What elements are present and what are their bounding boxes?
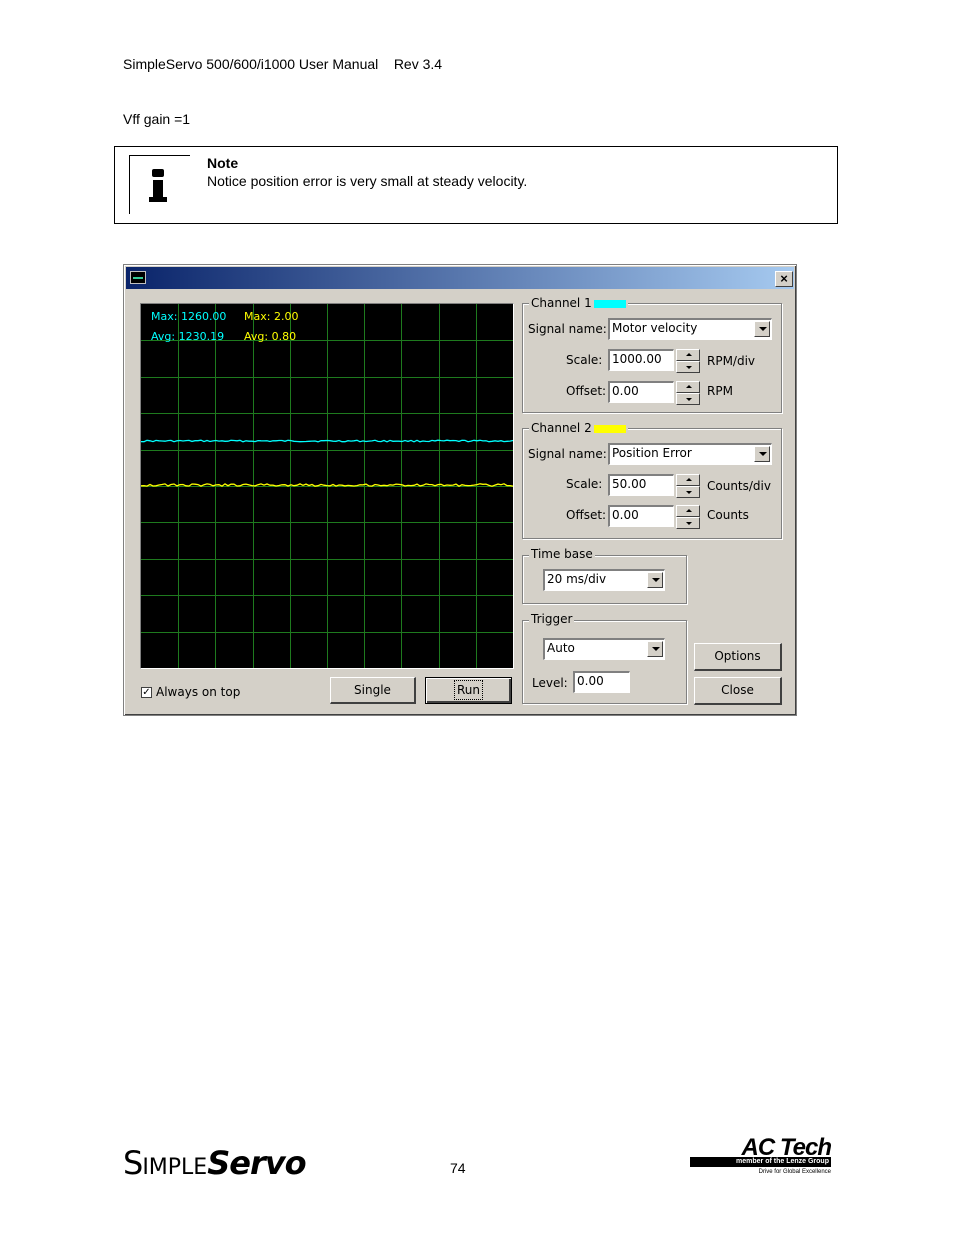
ch1-offset-label: Offset: (566, 384, 607, 398)
scope-plot (141, 304, 513, 668)
ch1-avg: Avg: 1230.19 (151, 330, 225, 343)
spin-up-icon[interactable] (676, 381, 700, 393)
time-base-label: Time base (529, 547, 595, 561)
channel2-color-swatch (593, 424, 626, 433)
trigger-mode-select[interactable]: Auto (543, 638, 665, 660)
channel2-label: Channel 2 (531, 421, 592, 435)
note-text: Notice position error is very small at s… (207, 173, 528, 189)
ch1-offset-input[interactable]: 0.00 (608, 381, 674, 403)
ch1-scale-unit: RPM/div (707, 354, 756, 368)
ch2-scale-unit: Counts/div (707, 479, 771, 493)
trigger-label: Trigger (529, 612, 575, 626)
ch1-signal-value: Motor velocity (612, 321, 698, 335)
spin-up-icon[interactable] (676, 349, 700, 361)
channel1-legend: Channel 1 (529, 296, 628, 310)
ch2-offset-unit: Counts (707, 508, 749, 522)
chevron-down-icon[interactable] (647, 572, 663, 588)
ch2-scale-spinner[interactable] (676, 474, 700, 498)
channel1-label: Channel 1 (531, 296, 592, 310)
ch2-offset-label: Offset: (566, 508, 607, 522)
ch2-signal-select[interactable]: Position Error (608, 443, 772, 465)
oscilloscope-window: × Max: 1260.00 Avg: 1230.19 Max: 2.00 Av… (123, 264, 797, 716)
info-icon (129, 155, 190, 214)
note-box: Note Notice position error is very small… (114, 146, 838, 224)
note-title: Note (207, 155, 239, 171)
ch1-scale-spinner[interactable] (676, 349, 700, 373)
actech-member: member of the Lenze Group (690, 1157, 831, 1167)
ch1-scale-input[interactable]: 1000.00 (608, 349, 674, 371)
scope-display: Max: 1260.00 Avg: 1230.19 Max: 2.00 Avg:… (140, 303, 514, 669)
ch2-offset-spinner[interactable] (676, 505, 700, 529)
chevron-down-icon[interactable] (754, 321, 770, 337)
ch1-offset-unit: RPM (707, 384, 733, 398)
page-number: 74 (450, 1160, 466, 1176)
trigger-level-input[interactable]: 0.00 (573, 671, 630, 693)
time-base-select[interactable]: 20 ms/div (543, 569, 665, 591)
trigger-level-label: Level: (532, 676, 568, 690)
spin-down-icon[interactable] (676, 393, 700, 405)
window-close-button[interactable]: × (775, 271, 793, 287)
channel2-legend: Channel 2 (529, 421, 628, 435)
simpleservo-logo: SIMPLEServo (123, 1144, 307, 1182)
spin-down-icon[interactable] (676, 517, 700, 529)
ch2-max: Max: 2.00 (244, 310, 299, 323)
ch1-signal-label: Signal name: (528, 322, 607, 336)
page-header: SimpleServo 500/600/i1000 User Manual Re… (123, 56, 443, 72)
ch2-scale-label: Scale: (566, 477, 603, 491)
spin-up-icon[interactable] (676, 474, 700, 486)
ch2-signal-label: Signal name: (528, 447, 607, 461)
always-on-top-label: Always on top (156, 685, 241, 699)
ch1-scale-label: Scale: (566, 353, 603, 367)
spin-down-icon[interactable] (676, 361, 700, 373)
title-bar[interactable]: × (126, 267, 794, 289)
ch2-offset-input[interactable]: 0.00 (608, 505, 674, 527)
close-button[interactable]: Close (694, 677, 782, 705)
options-button[interactable]: Options (694, 643, 782, 671)
ch2-signal-value: Position Error (612, 446, 692, 460)
chevron-down-icon[interactable] (647, 641, 663, 657)
always-on-top-checkbox[interactable]: ✓ (141, 687, 152, 698)
run-button[interactable]: Run (425, 677, 512, 704)
spin-down-icon[interactable] (676, 486, 700, 498)
ch1-max: Max: 1260.00 (151, 310, 227, 323)
vff-gain-text: Vff gain =1 (123, 111, 191, 127)
ch1-signal-select[interactable]: Motor velocity (608, 318, 772, 340)
channel1-color-swatch (593, 299, 626, 308)
actech-tagline: Drive for Global Excellence (758, 1169, 831, 1175)
scope-app-icon (130, 271, 146, 284)
trigger-mode-value: Auto (547, 641, 575, 655)
actech-logo: AC Tech member of the Lenze Group Drive … (690, 1134, 832, 1178)
ch2-scale-input[interactable]: 50.00 (608, 474, 674, 496)
time-base-value: 20 ms/div (547, 572, 607, 586)
run-button-label: Run (453, 680, 484, 700)
chevron-down-icon[interactable] (754, 446, 770, 462)
ch2-avg: Avg: 0.80 (244, 330, 297, 343)
spin-up-icon[interactable] (676, 505, 700, 517)
single-button[interactable]: Single (330, 677, 416, 704)
ch1-offset-spinner[interactable] (676, 381, 700, 405)
